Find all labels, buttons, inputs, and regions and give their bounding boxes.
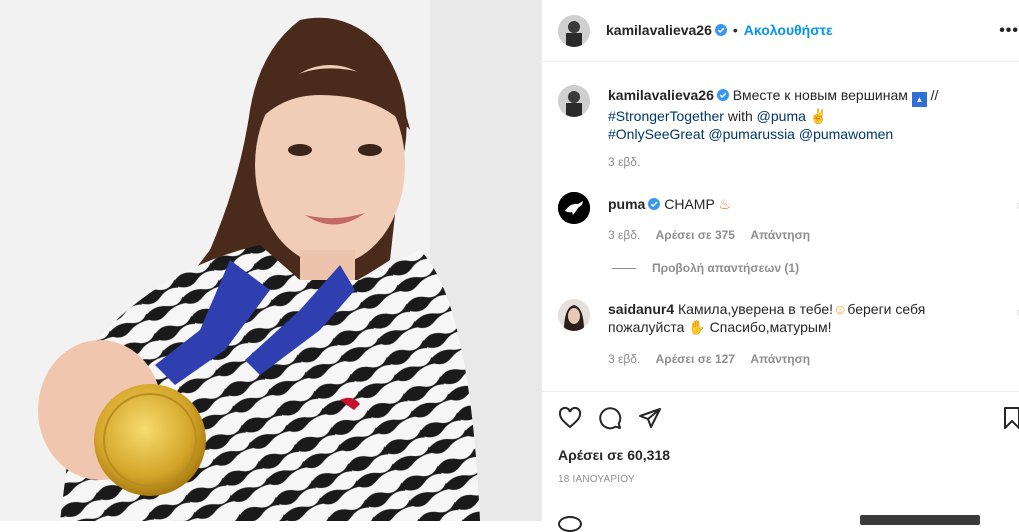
comment-body-line2b: Спасибо,матурым! bbox=[709, 319, 832, 335]
comment-likes[interactable]: Αρέσει σε 375 bbox=[656, 228, 735, 242]
bookmark-icon[interactable] bbox=[1003, 406, 1019, 435]
replies-line bbox=[612, 268, 636, 269]
caption-separator: // bbox=[930, 87, 939, 103]
comment-icon[interactable] bbox=[598, 406, 622, 435]
share-icon[interactable] bbox=[638, 406, 662, 435]
comment-likes[interactable]: Αρέσει σε 127 bbox=[656, 352, 735, 366]
comment-time[interactable]: 3 εβδ. bbox=[608, 228, 640, 242]
pray-emoji-icon: ✋ bbox=[688, 319, 706, 335]
post-header: kamilavalieva26 • Ακολουθήστε ••• bbox=[542, 0, 1019, 62]
author-username[interactable]: kamilavalieva26 bbox=[606, 22, 712, 38]
verified-icon bbox=[714, 23, 727, 36]
comment-text: puma CHAMP ♨ bbox=[608, 195, 731, 213]
heart-icon[interactable] bbox=[558, 406, 582, 435]
reply-button[interactable]: Απάντηση bbox=[750, 352, 810, 366]
comment-body-line1b: береги себя bbox=[847, 301, 926, 317]
author-avatar[interactable] bbox=[558, 15, 590, 47]
photo-illustration bbox=[0, 0, 541, 521]
view-replies-button[interactable]: Προβολή απαντήσεων (1) bbox=[652, 261, 799, 275]
hashtag-onlyseegreat[interactable]: #OnlySeeGreat bbox=[608, 126, 705, 142]
caption-avatar[interactable] bbox=[558, 85, 590, 117]
top-emoji-icon: ▲ bbox=[911, 92, 927, 107]
caption-text: kamilavalieva26 Вместе к новым вершинам … bbox=[608, 86, 968, 143]
puma-avatar[interactable] bbox=[558, 192, 590, 224]
fire-emoji-icon: ♨ bbox=[718, 196, 731, 212]
reply-button[interactable]: Απάντηση bbox=[750, 228, 810, 242]
comment-text: saidanur4 Камила,уверена в тебе!☺береги … bbox=[608, 300, 968, 336]
post-button[interactable] bbox=[860, 515, 980, 525]
comment-body-line1: Камила,уверена в тебе! bbox=[678, 301, 834, 317]
likes-count[interactable]: Αρέσει σε 60,318 bbox=[558, 447, 670, 463]
hand-emoji-icon: ✌ bbox=[809, 108, 828, 124]
caption-body: Вместе к новым вершинам bbox=[732, 87, 908, 103]
post-photo[interactable] bbox=[0, 0, 541, 521]
post-sidebar: kamilavalieva26 • Ακολουθήστε ••• kamilava… bbox=[542, 0, 1019, 532]
saidanur-avatar[interactable] bbox=[558, 299, 590, 331]
verified-icon bbox=[716, 87, 729, 101]
post-actions: Αρέσει σε 60,318 18 ΙΑΝΟΥΑΡΙΟΥ bbox=[542, 391, 1019, 532]
comment-time[interactable]: 3 εβδ. bbox=[608, 352, 640, 366]
comment-username[interactable]: puma bbox=[608, 196, 645, 212]
post-date[interactable]: 18 ΙΑΝΟΥΑΡΙΟΥ bbox=[558, 474, 635, 485]
mention-puma[interactable]: @puma bbox=[757, 108, 806, 124]
comment-username[interactable]: saidanur4 bbox=[608, 301, 674, 317]
caption-meta: 3 εβδ. bbox=[608, 155, 652, 169]
more-icon[interactable]: ••• bbox=[999, 22, 1019, 40]
mention-pumawomen[interactable]: @pumawomen bbox=[799, 126, 893, 142]
smile-emoji-icon: ☺ bbox=[833, 301, 848, 317]
caption-username[interactable]: kamilavalieva26 bbox=[608, 87, 714, 103]
mention-pumarussia[interactable]: @pumarussia bbox=[708, 126, 795, 142]
verified-icon bbox=[648, 196, 661, 210]
with-label: with bbox=[727, 108, 753, 124]
hashtag-strongertogether[interactable]: #StrongerTogether bbox=[608, 108, 724, 124]
comment-meta: 3 εβδ. Αρέσει σε 127 Απάντηση bbox=[608, 352, 822, 366]
comment-meta: 3 εβδ. Αρέσει σε 375 Απάντηση bbox=[608, 228, 822, 242]
follow-button[interactable]: Ακολουθήστε bbox=[744, 22, 833, 38]
caption-time[interactable]: 3 εβδ. bbox=[608, 155, 640, 169]
emoji-icon[interactable] bbox=[558, 516, 582, 532]
comment-body: CHAMP bbox=[664, 196, 715, 212]
comment-body-line2: пожалуйста bbox=[608, 319, 685, 335]
separator-dot: • bbox=[732, 22, 738, 38]
